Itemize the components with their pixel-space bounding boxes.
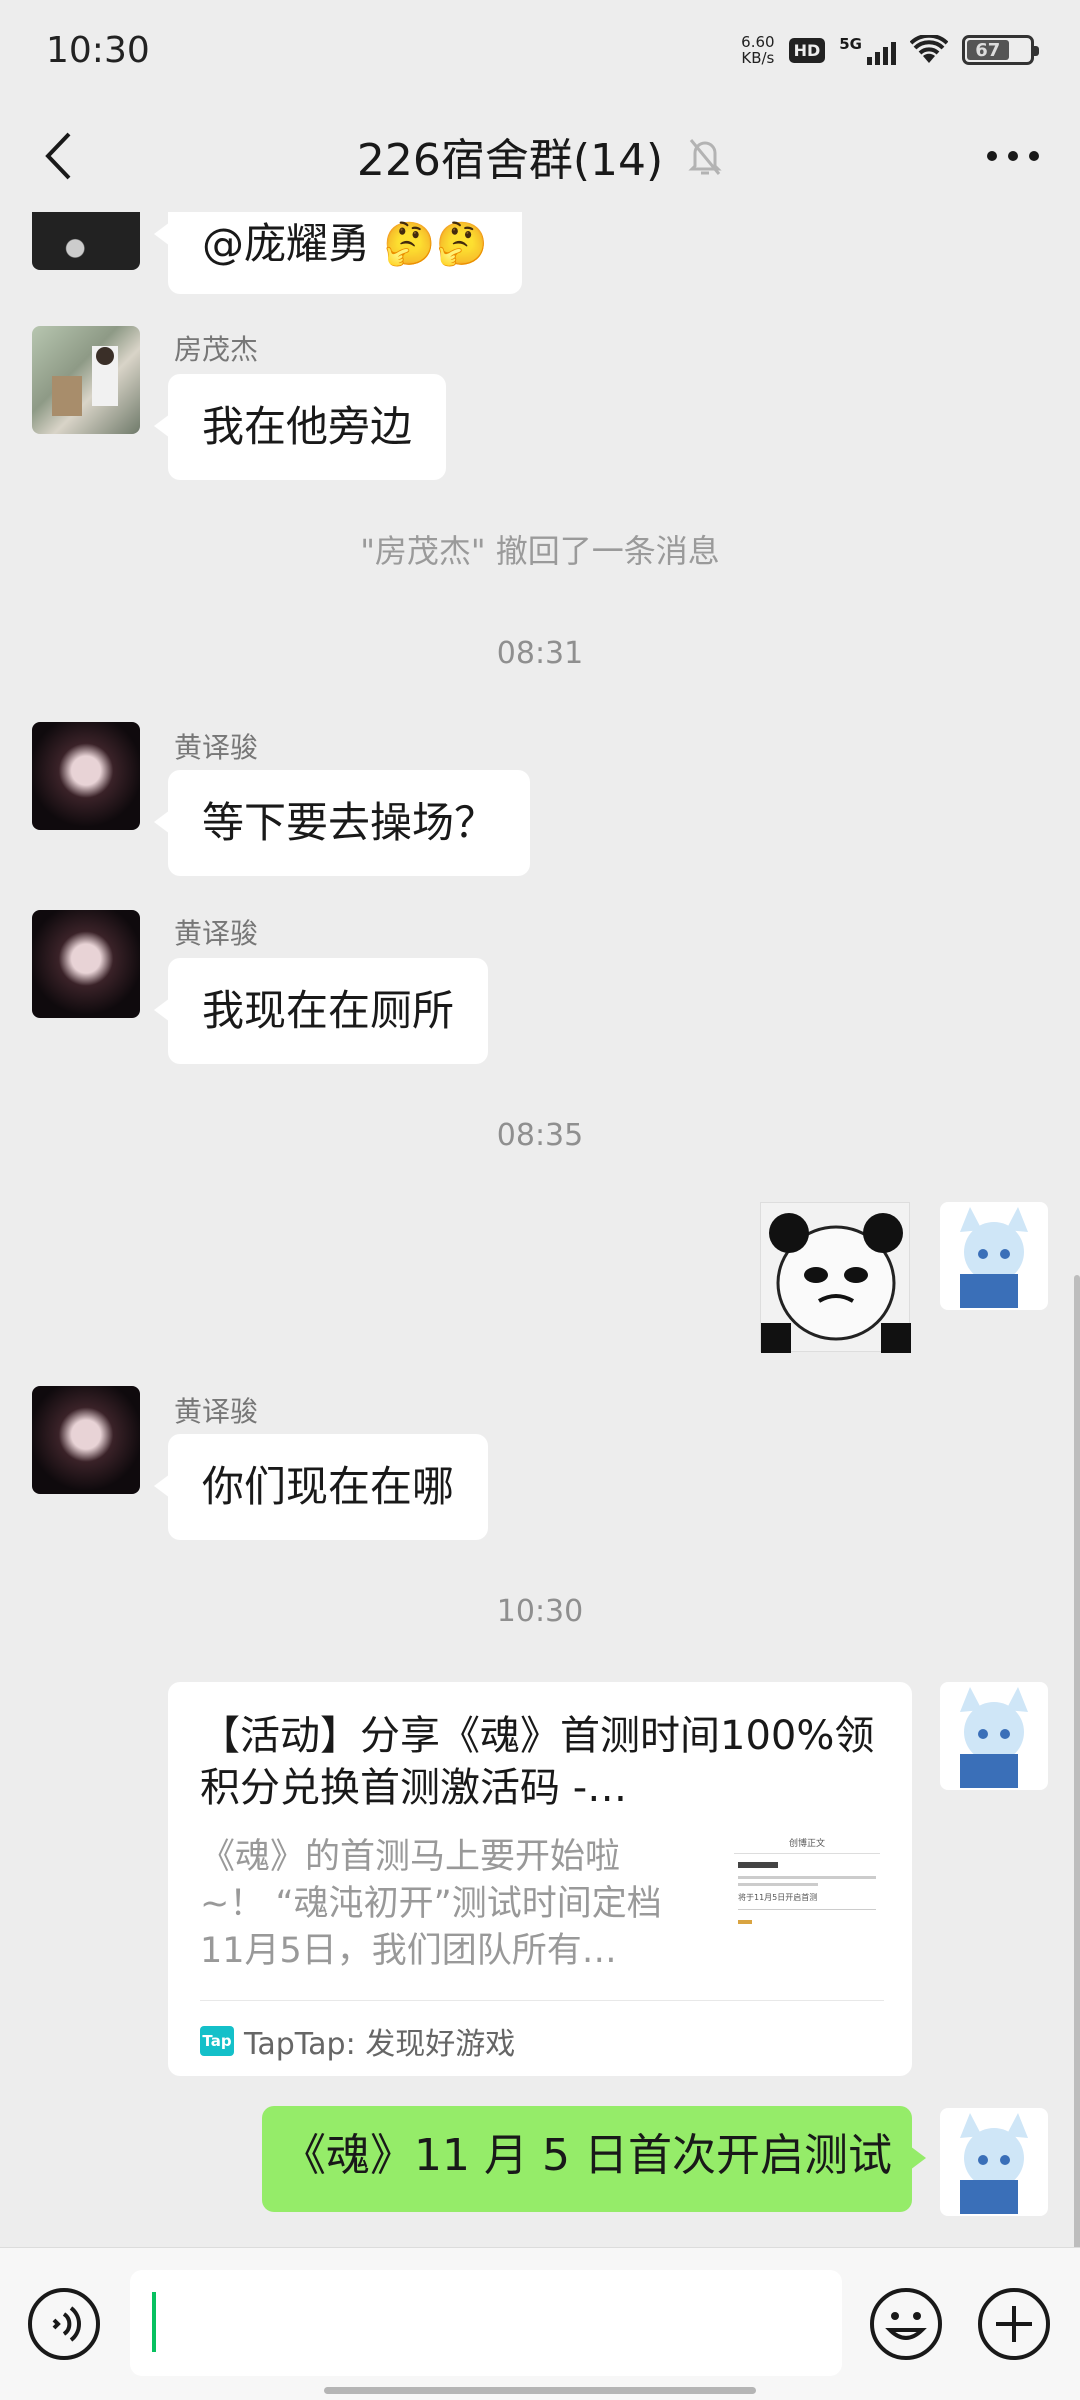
signal-icon: 5G [839, 35, 896, 65]
sender-name: 黄译骏 [174, 917, 259, 950]
avatar[interactable] [32, 722, 140, 830]
hd-badge: HD [788, 37, 826, 63]
sender-name: 房茂杰 [174, 333, 259, 366]
group-name: 226宿舍群(14) [356, 135, 664, 186]
timestamp: 10:30 [496, 1594, 584, 1629]
avatar[interactable] [32, 910, 140, 1018]
link-card-source: Tap TapTap: 发现好游戏 [200, 2000, 884, 2063]
emoji-button[interactable] [868, 2286, 944, 2362]
input-bar [0, 2247, 1080, 2400]
thumb-heading: 创博正文 [734, 1832, 880, 1854]
message-bubble[interactable]: 我现在在厕所 [153, 958, 489, 1064]
back-button[interactable] [30, 128, 86, 184]
link-card-description: 《魂》的首测马上要开始啦~！ “魂沌初开”测试时间定档11月5日，我们团队所有… [200, 1837, 662, 1971]
scrollbar[interactable] [1074, 1275, 1080, 2255]
network-speed-value: 6.60 [741, 33, 775, 51]
home-indicator[interactable] [324, 2387, 756, 2394]
message-bubble[interactable]: 你们现在在哪 [153, 1434, 489, 1540]
plus-icon [978, 2288, 1050, 2360]
link-card-title: 【活动】分享《魂》首测时间100%领积分兑换首测激活码 -… [200, 1713, 875, 1811]
message-bubble[interactable]: 等下要去操场？ [153, 770, 531, 876]
thumb-line: 将于11月5日开启首测 [738, 1893, 818, 1902]
voice-icon [28, 2288, 100, 2360]
network-speed-unit: KB/s [741, 49, 775, 67]
chevron-left-icon [45, 132, 71, 180]
link-card[interactable]: 【活动】分享《魂》首测时间100%领积分兑换首测激活码 -… 《魂》的首测马上要… [168, 1682, 912, 2076]
plus-button[interactable] [976, 2286, 1052, 2362]
link-card-thumbnail: 创博正文 将于11月5日开启首测 [734, 1832, 880, 1978]
chat-header: 226宿舍群(14) [0, 100, 1080, 212]
more-dots-icon [987, 151, 1039, 161]
timestamp: 08:35 [496, 1118, 584, 1153]
status-bar: 10:30 6.60 KB/s HD 5G 67 [0, 0, 1080, 100]
bell-muted-icon [688, 139, 722, 175]
status-time: 10:30 [46, 29, 150, 71]
sticker-image[interactable] [760, 1202, 911, 1353]
my-avatar[interactable] [940, 2108, 1048, 2216]
message-bubble[interactable]: 《魂》11 月 5 日首次开启测试 [262, 2106, 926, 2212]
taptap-logo-icon: Tap [200, 2026, 234, 2056]
timestamp: 08:31 [496, 636, 584, 671]
wifi-icon [910, 35, 948, 63]
chat-title: 226宿舍群(14) [357, 124, 723, 188]
message-bubble[interactable]: 我在他旁边 [153, 374, 447, 480]
sender-name: 黄译骏 [174, 1395, 259, 1428]
system-notice: "房茂杰" 撤回了一条消息 [360, 532, 720, 570]
avatar[interactable] [32, 326, 140, 434]
more-button[interactable] [978, 128, 1048, 184]
source-name: TapTap: 发现好游戏 [244, 2027, 516, 2062]
voice-button[interactable] [26, 2286, 102, 2362]
battery-level: 67 [975, 39, 1001, 61]
battery-icon: 67 [962, 35, 1039, 65]
message-input[interactable] [130, 2270, 842, 2376]
emoji-icon [870, 2288, 942, 2360]
chat-messages[interactable]: @庞耀勇 🤔🤔 房茂杰 我在他旁边 "房茂杰" 撤回了一条消息 08:31 黄译… [0, 212, 1080, 2247]
text-cursor [152, 2292, 156, 2352]
avatar[interactable] [32, 212, 140, 270]
avatar[interactable] [32, 1386, 140, 1494]
network-type: 5G [839, 35, 862, 53]
network-speed: 6.60 KB/s [741, 34, 774, 66]
sender-name: 黄译骏 [174, 731, 259, 764]
my-avatar[interactable] [940, 1202, 1048, 1310]
status-icons: 6.60 KB/s HD 5G 67 [741, 34, 1039, 66]
message-bubble[interactable]: @庞耀勇 🤔🤔 [154, 212, 522, 294]
my-avatar[interactable] [940, 1682, 1048, 1790]
